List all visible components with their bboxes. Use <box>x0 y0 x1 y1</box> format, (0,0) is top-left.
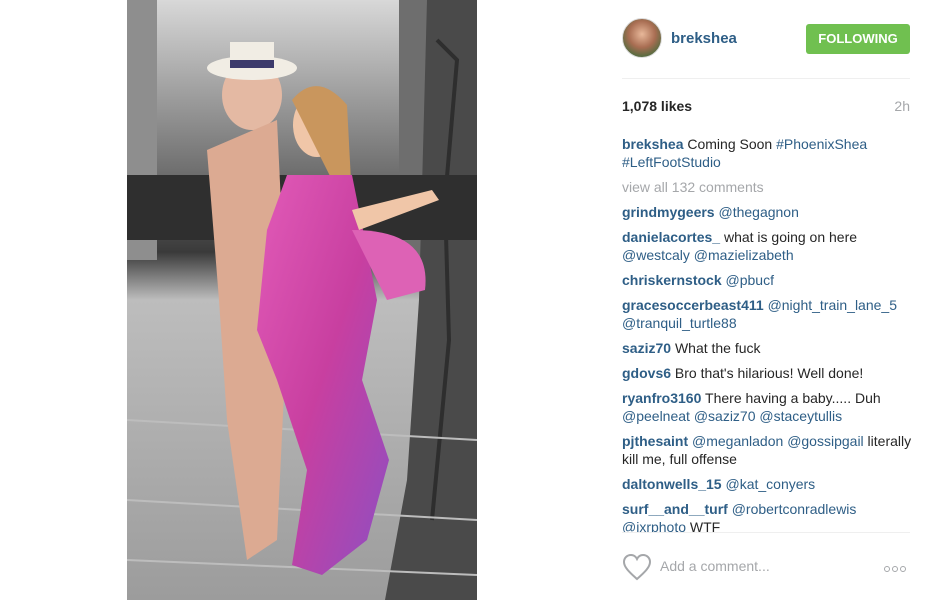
post-side-panel: brekshea FOLLOWING 1,078 likes 2h breksh… <box>600 0 938 602</box>
comment-item: danielacortes_ what is going on here @we… <box>622 228 918 264</box>
comment-username[interactable]: surf__and__turf <box>622 501 728 517</box>
comment-mention[interactable]: @kat_conyers <box>725 476 815 492</box>
comment-item: pjthesaint @meganladon @gossipgail liter… <box>622 432 918 468</box>
caption-hashtag[interactable]: #LeftFootStudio <box>622 154 721 170</box>
comment-container: grindmygeers @thegagnon danielacortes_ wh… <box>622 203 918 532</box>
comment-username[interactable]: chriskernstock <box>622 272 722 288</box>
caption-hashtag[interactable]: #PhoenixShea <box>776 136 867 152</box>
comment-mention[interactable]: @jxrphoto <box>622 519 686 532</box>
comment-username[interactable]: ryanfro3160 <box>622 390 701 406</box>
comment-mention[interactable]: @mazielizabeth <box>694 247 794 263</box>
comment-mention[interactable]: @staceytullis <box>759 408 842 424</box>
comment-mention[interactable]: @robertconradlewis <box>732 501 857 517</box>
post-photo[interactable] <box>127 0 477 600</box>
header-divider <box>622 78 910 79</box>
post-time[interactable]: 2h <box>894 98 910 114</box>
comment-mention[interactable]: @meganladon <box>692 433 783 449</box>
comment-username[interactable]: daltonwells_15 <box>622 476 722 492</box>
comment-item: chriskernstock @pbucf <box>622 271 918 289</box>
comment-mention[interactable]: @night_train_lane_5 <box>768 297 897 313</box>
comment-footer <box>622 532 910 602</box>
caption-username[interactable]: brekshea <box>622 136 683 152</box>
header-username[interactable]: brekshea <box>671 30 737 47</box>
comment-mention[interactable]: @westcaly <box>622 247 690 263</box>
comment-username[interactable]: gdovs6 <box>622 365 671 381</box>
comment-mention[interactable]: @gossipgail <box>787 433 863 449</box>
likes-count[interactable]: 1,078 likes <box>622 98 692 114</box>
caption-text: Coming Soon <box>683 136 777 152</box>
comment-item: gdovs6 Bro that's hilarious! Well done! <box>622 364 918 382</box>
comments-list[interactable]: brekshea Coming Soon #PhoenixShea #LeftF… <box>622 135 918 532</box>
photo-area <box>0 0 600 602</box>
comment-text: Bro that's hilarious! Well done! <box>674 365 864 381</box>
post-header: brekshea FOLLOWING <box>622 18 910 60</box>
comment-item: saziz70 What the fuck <box>622 339 918 357</box>
following-button[interactable]: FOLLOWING <box>806 24 910 54</box>
more-options-icon[interactable] <box>884 559 910 572</box>
photo-illustration <box>127 0 477 600</box>
heart-icon[interactable] <box>622 553 652 581</box>
caption: brekshea Coming Soon #PhoenixShea #LeftF… <box>622 135 918 171</box>
comment-item: ryanfro3160 There having a baby..... Duh… <box>622 389 918 425</box>
comment-text: what is going on here <box>723 229 858 245</box>
comment-text: What the fuck <box>674 340 761 356</box>
comment-username[interactable]: gracesoccerbeast411 <box>622 297 764 313</box>
comment-mention[interactable]: @tranquil_turtle88 <box>622 315 737 331</box>
comment-username[interactable]: saziz70 <box>622 340 671 356</box>
comment-username[interactable]: pjthesaint <box>622 433 688 449</box>
comment-mention[interactable]: @pbucf <box>726 272 774 288</box>
comment-item: surf__and__turf @robertconradlewis @jxrp… <box>622 500 918 532</box>
comment-username[interactable]: grindmygeers <box>622 204 715 220</box>
view-all-comments-link[interactable]: view all 132 comments <box>622 178 918 196</box>
comment-mention[interactable]: @thegagnon <box>718 204 798 220</box>
comment-item: gracesoccerbeast411 @night_train_lane_5 … <box>622 296 918 332</box>
likes-row: 1,078 likes 2h <box>622 98 910 118</box>
add-comment-input[interactable] <box>660 555 860 577</box>
comment-username[interactable]: danielacortes_ <box>622 229 720 245</box>
comment-mention[interactable]: @peelneat <box>622 408 690 424</box>
comment-text: There having a baby..... Duh <box>705 390 881 406</box>
avatar[interactable] <box>622 18 662 58</box>
comment-item: daltonwells_15 @kat_conyers <box>622 475 918 493</box>
comment-item: grindmygeers @thegagnon <box>622 203 918 221</box>
comment-text: WTF <box>686 519 721 532</box>
comment-mention[interactable]: @saziz70 <box>694 408 756 424</box>
